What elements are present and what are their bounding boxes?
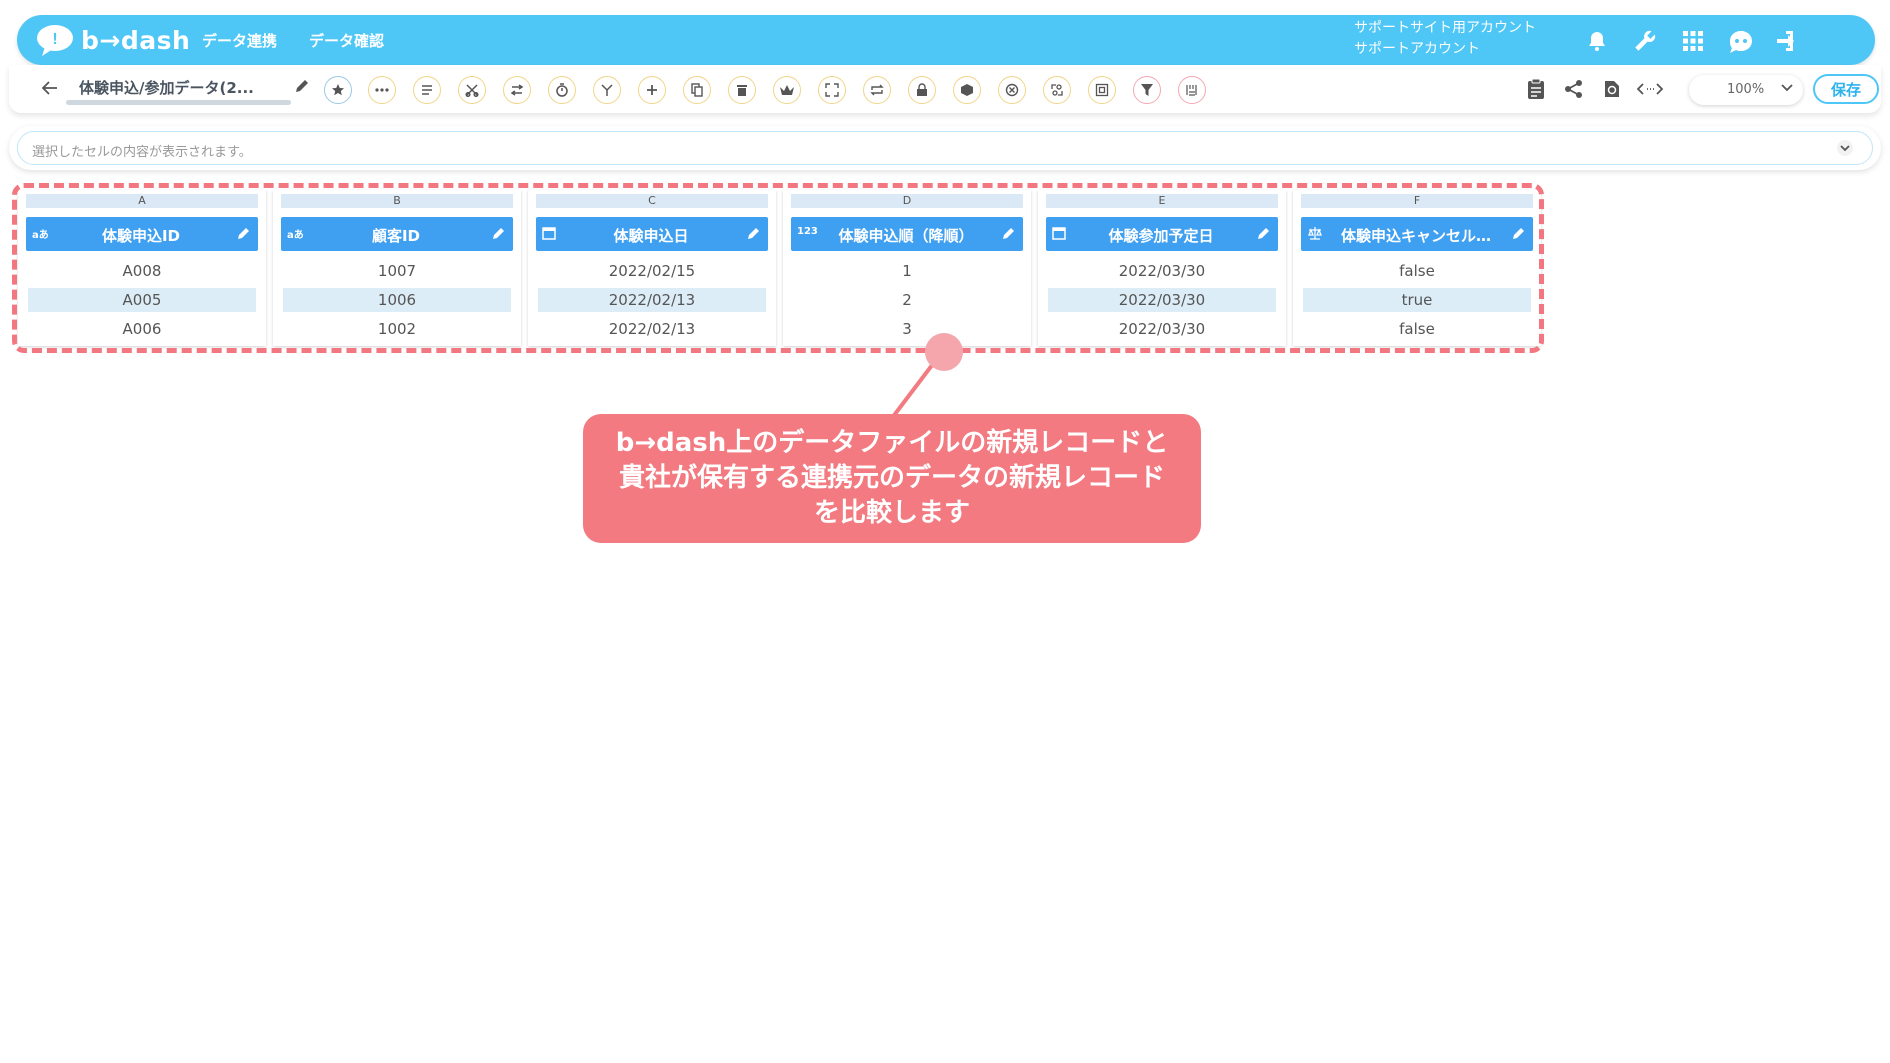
assistant-icon[interactable] [1725,25,1757,57]
filter-icon[interactable] [1133,76,1161,104]
pencil-icon[interactable] [294,78,310,98]
cell-content-bar: 選択したセルの内容が表示されます。 [9,126,1881,170]
scissors-icon[interactable] [458,76,486,104]
callout-line: 貴社が保有する連携元のデータの新規レコード [618,463,1165,493]
star-icon[interactable] [324,76,352,104]
callout-line: b→dash上のデータファイルの新規レコードと [615,428,1169,458]
speech-bubble-icon: ! [37,25,73,56]
zoom-select[interactable]: 100% [1689,75,1803,105]
cell-content-field[interactable]: 選択したセルの内容が表示されます。 [17,131,1873,165]
chevron-down-icon[interactable] [1836,139,1854,157]
title-underline [66,100,291,105]
highlight-dashed-box [12,183,1544,353]
copy-icon[interactable] [683,76,711,104]
save-button[interactable]: 保存 [1813,74,1879,104]
timer-icon[interactable] [548,76,576,104]
bdash-logo[interactable]: ! b→dash [35,23,190,57]
top-navigation-bar: ! b→dash データ連携 データ確認 サポートサイト用アカウント サポートア… [17,15,1875,65]
cell-content-placeholder: 選択したセルの内容が表示されます。 [32,145,252,160]
back-arrow-icon[interactable] [39,77,61,99]
callout-anchor-dot [925,333,963,371]
trash-icon[interactable] [728,76,756,104]
frame-icon[interactable] [1088,76,1116,104]
svg-text:!: ! [52,31,57,48]
clipboard-icon[interactable] [1523,76,1549,102]
add-icon[interactable] [638,76,666,104]
nav-data-check[interactable]: データ確認 [309,30,384,51]
share-icon[interactable] [1561,76,1587,102]
nav-data-integration[interactable]: データ連携 [202,30,277,51]
bell-icon[interactable] [1581,25,1613,57]
merge-icon[interactable] [593,76,621,104]
chevron-down-icon [1781,84,1793,92]
close-circle-icon[interactable] [998,76,1026,104]
repeat-icon[interactable] [863,76,891,104]
box-icon[interactable] [953,76,981,104]
annotation-callout: b→dash上のデータファイルの新規レコードと 貴社が保有する連携元のデータの新… [583,414,1201,543]
lock-icon[interactable] [908,76,936,104]
logout-icon[interactable] [1773,25,1805,57]
zoom-value: 100% [1727,82,1765,97]
ab-icon[interactable] [1043,76,1071,104]
file-title[interactable]: 体験申込/参加データ(2... [79,77,254,98]
logo-text: b→dash [81,25,191,55]
code-icon[interactable] [1637,76,1663,102]
expand-icon[interactable] [818,76,846,104]
swap-icon[interactable] [503,76,531,104]
editor-toolbar: 体験申込/参加データ(2... 100% 保存 [9,65,1881,113]
more-icon[interactable] [368,76,396,104]
account-user-name: サポートアカウント [1354,41,1480,57]
account-info[interactable]: サポートサイト用アカウント サポートアカウント [1354,18,1536,60]
callout-line: を比較します [813,498,970,528]
crown-icon[interactable] [773,76,801,104]
account-site-name: サポートサイト用アカウント [1354,20,1536,36]
list-icon[interactable] [413,76,441,104]
grid-icon[interactable] [1677,25,1709,57]
wrench-icon[interactable] [1629,25,1661,57]
refresh-icon[interactable] [1599,76,1625,102]
pattern-icon[interactable] [1178,76,1206,104]
